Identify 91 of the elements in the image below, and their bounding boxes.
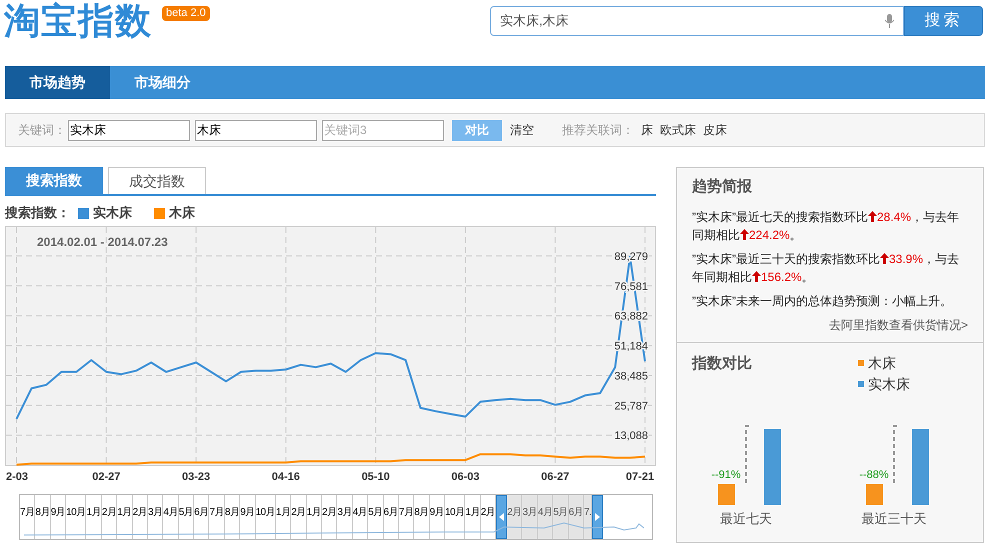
month-label: 6月 bbox=[194, 495, 210, 539]
change-label: --91% bbox=[711, 468, 741, 483]
x-tick-label: 07-21 bbox=[626, 471, 654, 483]
keyword-field[interactable]: 关键词3 bbox=[322, 120, 444, 140]
y-tick-label: 25,787 bbox=[614, 400, 648, 412]
up-arrow-icon bbox=[868, 210, 877, 222]
y-tick-label: 38,485 bbox=[614, 370, 648, 382]
x-tick-label: 06-03 bbox=[451, 471, 480, 483]
keyword-field[interactable]: 木床 bbox=[195, 120, 317, 140]
month-label: 10月 bbox=[66, 495, 86, 539]
change-label: --88% bbox=[859, 468, 889, 483]
dashed-connector bbox=[744, 424, 751, 482]
x-tick-label: 03-23 bbox=[182, 471, 210, 483]
month-label: 1月 bbox=[306, 495, 322, 539]
x-tick-label: 05-10 bbox=[362, 471, 390, 483]
x-tick-label: 06-27 bbox=[541, 471, 570, 483]
month-label: 2月 bbox=[291, 495, 307, 539]
search-field[interactable]: 实木床,木床 bbox=[490, 6, 904, 36]
month-label: 1月 bbox=[465, 495, 481, 539]
legend-label: 木床 bbox=[169, 204, 195, 222]
left-handle[interactable] bbox=[496, 495, 508, 539]
month-label: 9月 bbox=[240, 495, 256, 539]
legend-label: 实木床 bbox=[93, 204, 132, 222]
index-tab[interactable]: 成交指数 bbox=[108, 167, 206, 194]
month-label: 2月 bbox=[322, 495, 338, 539]
beta-badge: beta 2.0 bbox=[162, 6, 210, 21]
y-tick-label: 13,088 bbox=[614, 430, 648, 442]
month-label: 3月 bbox=[148, 495, 164, 539]
related-keyword[interactable]: 皮床 bbox=[703, 121, 727, 139]
month-label: 9月 bbox=[50, 495, 66, 539]
month-label: 6月 bbox=[568, 495, 584, 539]
group-label: 最近三十天 bbox=[862, 510, 926, 528]
x-tick-label: 02-27 bbox=[92, 471, 120, 483]
clear-link[interactable]: 清空 bbox=[510, 121, 534, 139]
x-tick-label: 04-16 bbox=[272, 471, 300, 483]
nav-tab[interactable]: 市场趋势 bbox=[5, 66, 110, 99]
month-label: 7月 bbox=[20, 495, 36, 539]
month-label: 10月 bbox=[445, 495, 466, 539]
keyword-label: 关键词： bbox=[18, 122, 66, 139]
month-label: 4月 bbox=[538, 495, 554, 539]
month-label: 1月 bbox=[86, 495, 102, 539]
right-handle[interactable] bbox=[592, 495, 604, 539]
month-label: 8月 bbox=[224, 495, 240, 539]
month-label: 6月 bbox=[384, 495, 399, 539]
date-range: 2014.02.01 - 2014.07.23 bbox=[37, 235, 168, 249]
report-text: ”实木床”最近七天的搜索指数环比 28.4%，与去年同期相比 224.2%。 bbox=[692, 208, 960, 244]
month-label: 1月 bbox=[117, 495, 133, 539]
month-label: 2月 bbox=[507, 495, 522, 539]
comparison-title: 指数对比 bbox=[692, 354, 752, 374]
y-tick-label: 89,279 bbox=[614, 250, 648, 263]
related-label: 推荐关联词： bbox=[562, 122, 634, 139]
month-label: 3月 bbox=[522, 495, 538, 539]
month-label: 4月 bbox=[163, 495, 179, 539]
month-label: 1月 bbox=[276, 495, 292, 539]
legend-label: 木床 bbox=[868, 354, 896, 372]
month-label: 5月 bbox=[178, 495, 194, 539]
up-arrow-icon bbox=[740, 228, 749, 240]
up-arrow-icon bbox=[880, 252, 889, 264]
keyword-field[interactable]: 实木床 bbox=[68, 120, 190, 140]
month-label: 2月 bbox=[132, 495, 148, 539]
month-label: 7月 bbox=[209, 495, 225, 539]
month-label: 5月 bbox=[368, 495, 384, 539]
caret-left-icon bbox=[499, 513, 504, 521]
related-keyword[interactable]: 欧式床 bbox=[660, 121, 696, 139]
legend-label: 实木床 bbox=[868, 374, 910, 394]
report-title: 趋势简报 bbox=[692, 177, 753, 197]
month-label: 4月 bbox=[352, 495, 368, 539]
month-label: 8月 bbox=[414, 495, 430, 539]
search-input[interactable]: 实木床,木床 bbox=[500, 11, 860, 31]
month-label: 5月 bbox=[553, 495, 569, 539]
group-label: 最近七天 bbox=[720, 510, 772, 528]
logo[interactable]: 淘宝指数 bbox=[4, 0, 152, 44]
month-label: 8月 bbox=[35, 495, 51, 539]
month-label: 3月 bbox=[337, 495, 353, 539]
report-text: ”实木床”未来一周内的总体趋势预测：小幅上升。 bbox=[692, 292, 953, 310]
legend-title: 搜索指数： bbox=[5, 204, 70, 222]
month-label: 10月 bbox=[256, 495, 276, 539]
related-keyword[interactable]: 床 bbox=[641, 121, 653, 139]
x-tick-label: 2-03 bbox=[6, 471, 28, 483]
dashed-connector bbox=[892, 424, 899, 482]
range-navigator[interactable]: 7月 8月 9月 10月 1月 2月 1月 2月 3月 4月 5月 6月 7月 8月 9月 10月 1月 2月 1月 2月 3月 4月 5月 6月 7月 8月 9月 10月 1月 2月 2月 3月 4月 5月 6月 7. bbox=[19, 494, 653, 540]
month-label: 7月 bbox=[398, 495, 414, 539]
supply-link[interactable]: 去阿里指数查看供货情况> bbox=[828, 316, 968, 334]
up-arrow-icon bbox=[752, 270, 761, 282]
bar bbox=[866, 484, 882, 504]
report-text: ”实木床”最近三十天的搜索指数环比 33.9%，与去年同期相比 156.2%。 bbox=[692, 250, 960, 286]
month-label: 2月 bbox=[102, 495, 118, 539]
bar bbox=[718, 484, 734, 504]
caret-right-icon bbox=[595, 513, 600, 521]
month-label: 9月 bbox=[430, 495, 446, 539]
microphone-icon[interactable] bbox=[885, 14, 894, 28]
